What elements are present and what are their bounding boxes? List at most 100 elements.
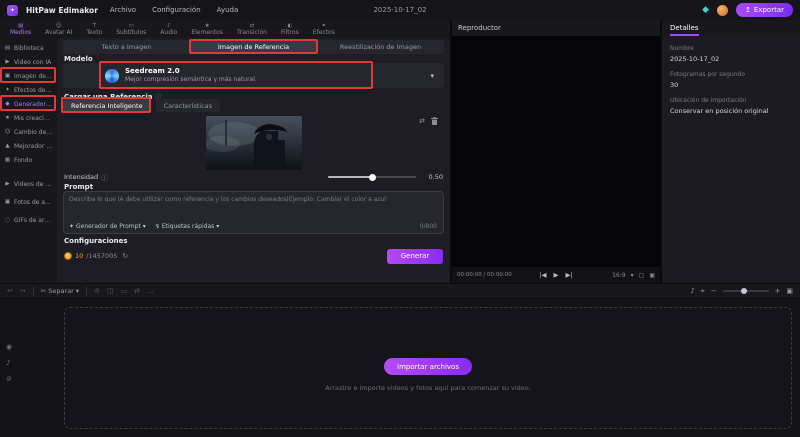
delete-icon[interactable]: ⊘ xyxy=(94,287,100,295)
timeline-area: ◉ ♪ ⊘ Importar archivos Arrastre e impor… xyxy=(0,299,800,437)
export-button[interactable]: ↥ Exportar xyxy=(736,3,793,17)
mejorador-icon: ▲ xyxy=(4,143,11,149)
menu-archivo[interactable]: Archivo xyxy=(106,6,140,14)
tab-referencia-inteligente[interactable]: Referencia Inteligente xyxy=(63,99,151,112)
reference-tabs: Referencia Inteligente Características xyxy=(63,99,220,112)
snapshot-icon[interactable]: ▢ xyxy=(639,272,645,279)
fullscreen-icon[interactable]: ▣ xyxy=(649,272,655,279)
crop-icon[interactable]: ▭ xyxy=(121,287,128,295)
gifs-archivo-icon: ◌ xyxy=(4,217,11,223)
generate-button[interactable]: Generar xyxy=(387,249,443,264)
video-canvas xyxy=(452,36,660,267)
generator-panel: Texto a Imagen Imagen de Referencia Rees… xyxy=(57,38,450,283)
play-button[interactable]: ▶ xyxy=(554,271,559,279)
coin-icon xyxy=(64,252,72,260)
credits-row: 10 /1457005 ↻ Generar xyxy=(64,248,443,264)
sidebar-item-efectos-imagen[interactable]: ✦Efectos de Im... xyxy=(0,83,57,97)
next-frame-button[interactable]: ▶| xyxy=(566,271,573,279)
imagen-ia-icon: ▣ xyxy=(4,73,11,79)
details-panel: Detalles Nombre 2025-10-17_02 Fotogramas… xyxy=(662,20,800,283)
reference-image-thumbnail[interactable] xyxy=(206,116,302,170)
tab-efectos[interactable]: ✦Efectos xyxy=(307,20,341,38)
timeline-zoom-handle[interactable] xyxy=(741,288,747,294)
prev-frame-button[interactable]: |◀ xyxy=(539,271,546,279)
scissors-icon: ✂ xyxy=(41,287,46,295)
swap-image-icon[interactable]: ⇄ xyxy=(419,117,425,125)
fotos-archivo-icon: ▣ xyxy=(4,199,11,205)
zoom-in-icon[interactable]: + xyxy=(775,287,781,295)
trash-icon[interactable] xyxy=(431,117,438,125)
model-dropdown[interactable]: Seedream 2.0 Mejor compresión semántica … xyxy=(63,63,444,88)
tab-texto[interactable]: TTexto xyxy=(80,20,108,38)
tab-avatar-ai[interactable]: ☺Avatar AI xyxy=(39,20,78,38)
tab-detalles[interactable]: Detalles xyxy=(670,24,699,36)
tab-medios[interactable]: ▤Medios xyxy=(4,20,37,38)
mirror-icon[interactable]: ⇄ xyxy=(134,287,140,295)
sidebar-item-fondo[interactable]: ▦Fondo xyxy=(0,153,57,167)
track-record-icon[interactable]: ◉ xyxy=(6,343,12,351)
tab-filtros[interactable]: ◐Filtros xyxy=(275,20,305,38)
tab-caracteristicas[interactable]: Características xyxy=(156,99,220,112)
menu-configuracion[interactable]: Configuración xyxy=(148,6,205,14)
tab-reestilizacion[interactable]: Reestilización de Imagen xyxy=(317,40,444,54)
vip-diamond-icon[interactable]: ◆ xyxy=(702,5,709,15)
import-files-button[interactable]: Importar archivos xyxy=(384,358,472,375)
tab-elementos[interactable]: ★Elementos xyxy=(185,20,229,38)
toolbar-divider xyxy=(33,287,34,296)
intensity-slider-handle[interactable] xyxy=(369,174,376,181)
export-arrow-icon: ↥ xyxy=(745,6,751,14)
split-button[interactable]: ✂ Separar ▾ xyxy=(41,287,79,295)
sidebar-item-video-con-ia[interactable]: ▶Video con IA xyxy=(0,55,57,69)
field-value-ubicacion: Conservar en posición original xyxy=(670,107,792,115)
tab-transicion[interactable]: ⇄Transición xyxy=(231,20,273,38)
chevron-down-icon[interactable]: ▾ xyxy=(631,272,634,279)
redo-icon[interactable]: ↪ xyxy=(20,287,26,295)
field-label-fps: Fotogramas por segundo xyxy=(670,71,792,78)
sidebar-item-videos-archivo[interactable]: ▶Videos de archivo xyxy=(0,175,57,193)
sidebar-item-gifs-archivo[interactable]: ◌GIFs de archivo xyxy=(0,211,57,229)
timeline-zoom-slider[interactable] xyxy=(723,290,769,292)
snap-icon[interactable]: ⌖ xyxy=(701,287,705,296)
sidebar-item-generador[interactable]: ◆Generador de... xyxy=(0,97,57,111)
sidebar-item-cambio-rostro[interactable]: ☺Cambio de rostr... xyxy=(0,125,57,139)
tab-imagen-de-referencia[interactable]: Imagen de Referencia xyxy=(190,40,317,54)
refresh-credits-icon[interactable]: ↻ xyxy=(122,252,128,260)
fit-timeline-icon[interactable]: ▣ xyxy=(786,287,793,295)
prompt-textarea[interactable]: Describa lo que IA debe utilizar como re… xyxy=(63,191,444,234)
sidebar-item-mejorador[interactable]: ▲Mejorador de V... xyxy=(0,139,57,153)
prompt-generator-button[interactable]: ✦ Generador de Prompt ▾ xyxy=(69,223,146,230)
char-counter: 0/800 xyxy=(420,223,437,230)
quick-tags-button[interactable]: ↯ Etiquetas rápidas ▾ xyxy=(155,223,219,230)
tab-texto-a-imagen[interactable]: Texto a Imagen xyxy=(63,40,190,54)
reference-preview-area: ⇄ xyxy=(63,114,444,171)
track-audio-icon[interactable]: ♪ xyxy=(6,359,12,367)
model-name: Seedream 2.0 xyxy=(125,67,257,76)
media-tabs-bar: ▤Medios ☺Avatar AI TTexto ▭Subtítulos ♪A… xyxy=(0,20,450,38)
tab-audio[interactable]: ♪Audio xyxy=(154,20,183,38)
chevron-down-icon[interactable]: ▾ xyxy=(430,72,434,80)
user-avatar[interactable] xyxy=(717,5,728,16)
sidebar-item-fotos-archivo[interactable]: ▣Fotos de archivo xyxy=(0,193,57,211)
menu-ayuda[interactable]: Ayuda xyxy=(213,6,243,14)
track-lock-icon[interactable]: ⊘ xyxy=(6,375,12,383)
intensity-slider[interactable] xyxy=(328,176,416,178)
duplicate-icon[interactable]: ◫ xyxy=(107,287,114,295)
sidebar-item-biblioteca[interactable]: ▤Biblioteca xyxy=(0,41,57,55)
app-window: ✦ HitPaw Edimakor Archivo Configuración … xyxy=(0,0,800,437)
aspect-ratio-selector[interactable]: 16:9 xyxy=(612,272,625,279)
field-value-nombre: 2025-10-17_02 xyxy=(670,55,792,63)
settings-label: Configuraciones xyxy=(64,237,128,245)
media-dropzone[interactable]: Importar archivos Arrastre e importe vid… xyxy=(64,307,792,429)
more-tools-icon[interactable]: … xyxy=(147,287,154,295)
sidebar-item-imagen-de-ia[interactable]: ▣Imagen de IA xyxy=(0,69,57,83)
export-label: Exportar xyxy=(754,6,784,14)
tab-subtitulos[interactable]: ▭Subtítulos xyxy=(110,20,152,38)
audio-mix-icon[interactable]: ♪ xyxy=(690,287,694,295)
undo-icon[interactable]: ↩ xyxy=(7,287,13,295)
sidebar: ▤Biblioteca ▶Video con IA ▣Imagen de IA … xyxy=(0,38,57,283)
field-label-nombre: Nombre xyxy=(670,45,792,52)
sidebar-item-mis-creaciones[interactable]: ★Mis creaciones xyxy=(0,111,57,125)
dropzone-hint: Arrastre e importe videos y fotos aquí p… xyxy=(65,384,791,392)
toolbar-divider xyxy=(86,287,87,296)
zoom-out-icon[interactable]: − xyxy=(711,287,717,295)
